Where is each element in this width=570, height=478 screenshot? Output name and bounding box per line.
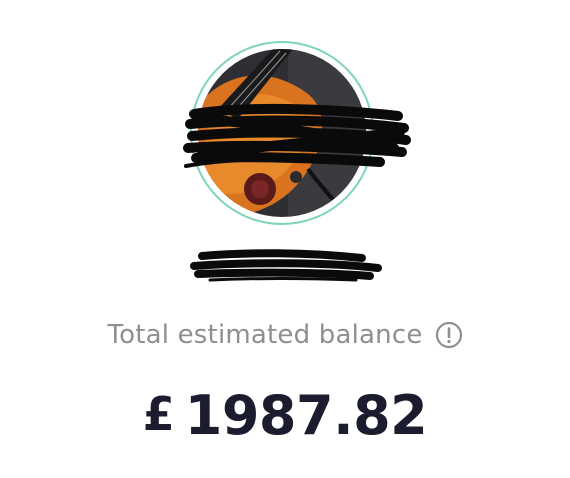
- redacted-handle-scribble: [190, 249, 382, 282]
- balance-label: Total estimated balance: [107, 320, 423, 350]
- balance-amount: 1987.82: [184, 383, 428, 447]
- redacted-name-scribble: [183, 103, 411, 168]
- currency-symbol: £: [142, 387, 175, 441]
- balance-screen: Total estimated balance £ 1987.82: [0, 0, 570, 478]
- balance-label-row: Total estimated balance: [0, 313, 570, 357]
- balance-amount-row: £ 1987.82: [0, 380, 570, 450]
- info-circle-icon[interactable]: [435, 321, 463, 349]
